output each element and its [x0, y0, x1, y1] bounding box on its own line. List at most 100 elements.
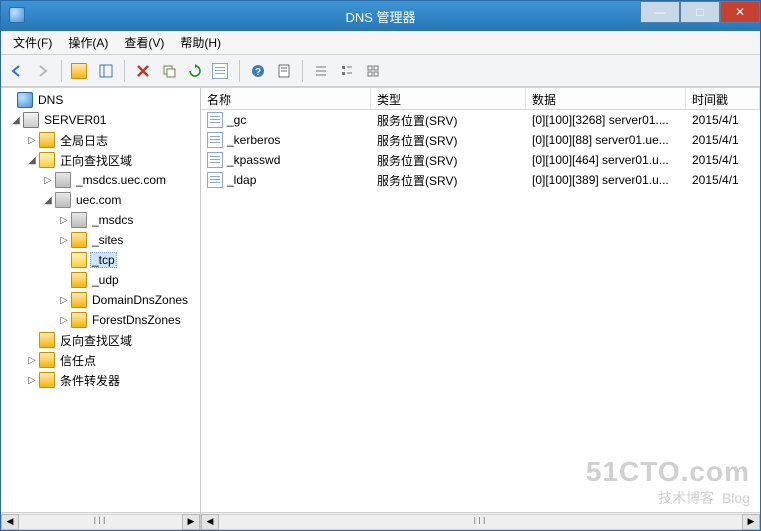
menu-file[interactable]: 文件(F) [7, 32, 58, 53]
twister-icon[interactable]: ◢ [25, 155, 39, 166]
app-icon [9, 7, 25, 23]
forward-button[interactable] [31, 59, 55, 83]
tree-node-domaindnszones[interactable]: ▷DomainDnsZones [1, 290, 200, 310]
twister-icon[interactable]: ▷ [57, 215, 71, 226]
folder-icon [39, 132, 55, 148]
minimize-button[interactable]: — [640, 1, 680, 23]
record-icon [207, 172, 223, 188]
properties-button[interactable] [272, 59, 296, 83]
maximize-icon: □ [696, 5, 703, 19]
refresh-button[interactable] [183, 59, 207, 83]
tree-view[interactable]: DNS ◢ SERVER01 ▷ 全局日志 ◢正向查找区域 ▷_msdcs.uec.… [1, 88, 200, 512]
column-header-type[interactable]: 类型 [371, 88, 526, 109]
twister-icon[interactable]: ▷ [25, 355, 39, 366]
tree-node-forestdnszones[interactable]: ▷ ForestDnsZones [1, 310, 200, 330]
tree-node-fwd-zone[interactable]: ◢正向查找区域 [1, 150, 200, 170]
twister-icon[interactable]: ▷ [57, 295, 71, 306]
tree-label: _udp [90, 273, 121, 287]
tree-label: 反向查找区域 [58, 332, 134, 349]
tree-label: 全局日志 [58, 132, 110, 149]
delete-button[interactable] [131, 59, 155, 83]
folder-icon [39, 332, 55, 348]
twister-icon[interactable]: ▷ [25, 135, 39, 146]
twister-icon[interactable]: ▷ [57, 315, 71, 326]
view-list-button[interactable] [309, 59, 333, 83]
content-area: DNS ◢ SERVER01 ▷ 全局日志 ◢正向查找区域 ▷_msdcs.uec.… [1, 87, 760, 530]
export-button[interactable] [209, 59, 233, 83]
table-row[interactable]: _ldap服务位置(SRV)[0][100][389] server01.u..… [201, 170, 760, 190]
tree-node-msdcs[interactable]: ▷_msdcs [1, 210, 200, 230]
tree-node-root[interactable]: DNS [1, 90, 200, 110]
help-button[interactable]: ? [246, 59, 270, 83]
forward-arrow-icon [36, 64, 50, 78]
zone-icon [55, 192, 71, 208]
record-icon [207, 132, 223, 148]
menu-view[interactable]: 查看(V) [118, 32, 170, 53]
table-row[interactable]: _gc服务位置(SRV)[0][100][3268] server01....2… [201, 110, 760, 130]
folder-icon [71, 272, 87, 288]
scroll-left-button[interactable]: ◀ [201, 514, 219, 530]
folder-icon [39, 352, 55, 368]
tree-node-udp[interactable]: _udp [1, 270, 200, 290]
up-folder-icon [71, 63, 87, 79]
cell-data: [0][100][389] server01.u... [526, 173, 686, 187]
close-icon: ✕ [735, 5, 745, 19]
tree-node-cond-fwd[interactable]: ▷条件转发器 [1, 370, 200, 390]
twister-icon[interactable]: ◢ [9, 115, 23, 126]
twister-icon[interactable]: ▷ [25, 375, 39, 386]
minimize-icon: — [654, 5, 666, 19]
tree-label: ForestDnsZones [90, 313, 183, 327]
tree-node-server[interactable]: ◢ SERVER01 [1, 110, 200, 130]
tree-label: DNS [36, 93, 65, 107]
tree-node-tcp[interactable]: _tcp [1, 250, 200, 270]
twister-icon[interactable]: ▷ [41, 175, 55, 186]
list-rows[interactable]: _gc服务位置(SRV)[0][100][3268] server01....2… [201, 110, 760, 512]
tree-node-uec[interactable]: ◢uec.com [1, 190, 200, 210]
menu-action[interactable]: 操作(A) [62, 32, 114, 53]
scroll-right-button[interactable]: ▶ [742, 514, 760, 530]
maximize-button[interactable]: □ [680, 1, 720, 23]
delete-icon [136, 64, 150, 78]
tree-label: SERVER01 [42, 113, 108, 127]
tree-hscroll[interactable]: ◀ III ▶ [1, 512, 200, 530]
list-hscroll[interactable]: ◀ III ▶ [201, 512, 760, 530]
tree-node-sites[interactable]: ▷_sites [1, 230, 200, 250]
title-bar[interactable]: DNS 管理器 — □ ✕ [1, 1, 760, 31]
column-header-data[interactable]: 数据 [526, 88, 686, 109]
tree-node-rev-zone[interactable]: 反向查找区域 [1, 330, 200, 350]
svg-text:?: ? [255, 67, 261, 78]
list-pane: 名称 类型 数据 时间戳 _gc服务位置(SRV)[0][100][3268] … [201, 88, 760, 530]
window-frame: DNS 管理器 — □ ✕ 文件(F) 操作(A) 查看(V) 帮助(H) ? [0, 0, 761, 531]
toolbar-separator [302, 60, 303, 82]
tree-pane: DNS ◢ SERVER01 ▷ 全局日志 ◢正向查找区域 ▷_msdcs.uec.… [1, 88, 201, 530]
tree-label: 信任点 [58, 352, 98, 369]
tree-node-trust[interactable]: ▷ 信任点 [1, 350, 200, 370]
window-controls: — □ ✕ [640, 1, 760, 23]
cell-name: _gc [201, 112, 371, 128]
view-details-button[interactable] [335, 59, 359, 83]
chevron-left-icon: ◀ [207, 516, 214, 527]
column-header-name[interactable]: 名称 [201, 88, 371, 109]
column-header-ts[interactable]: 时间戳 [686, 88, 760, 109]
close-button[interactable]: ✕ [720, 1, 760, 23]
table-row[interactable]: _kpasswd服务位置(SRV)[0][100][464] server01.… [201, 150, 760, 170]
record-icon [207, 112, 223, 128]
table-row[interactable]: _kerberos服务位置(SRV)[0][100][88] server01.… [201, 130, 760, 150]
view-tiles-button[interactable] [361, 59, 385, 83]
up-button[interactable] [68, 59, 92, 83]
tree-node-msdcs-uec[interactable]: ▷_msdcs.uec.com [1, 170, 200, 190]
tiles-icon [366, 64, 380, 78]
scroll-left-button[interactable]: ◀ [1, 514, 19, 530]
panel-button[interactable] [94, 59, 118, 83]
twister-icon[interactable]: ◢ [41, 195, 55, 206]
back-button[interactable] [5, 59, 29, 83]
scroll-right-button[interactable]: ▶ [182, 514, 200, 530]
scroll-track[interactable]: III [19, 514, 182, 530]
copy-button[interactable] [157, 59, 181, 83]
menu-help[interactable]: 帮助(H) [174, 32, 227, 53]
tree-node-global-log[interactable]: ▷ 全局日志 [1, 130, 200, 150]
scroll-track[interactable]: III [219, 514, 742, 530]
folder-open-icon [71, 252, 87, 268]
panel-layout-icon [99, 64, 113, 78]
twister-icon[interactable]: ▷ [57, 235, 71, 246]
